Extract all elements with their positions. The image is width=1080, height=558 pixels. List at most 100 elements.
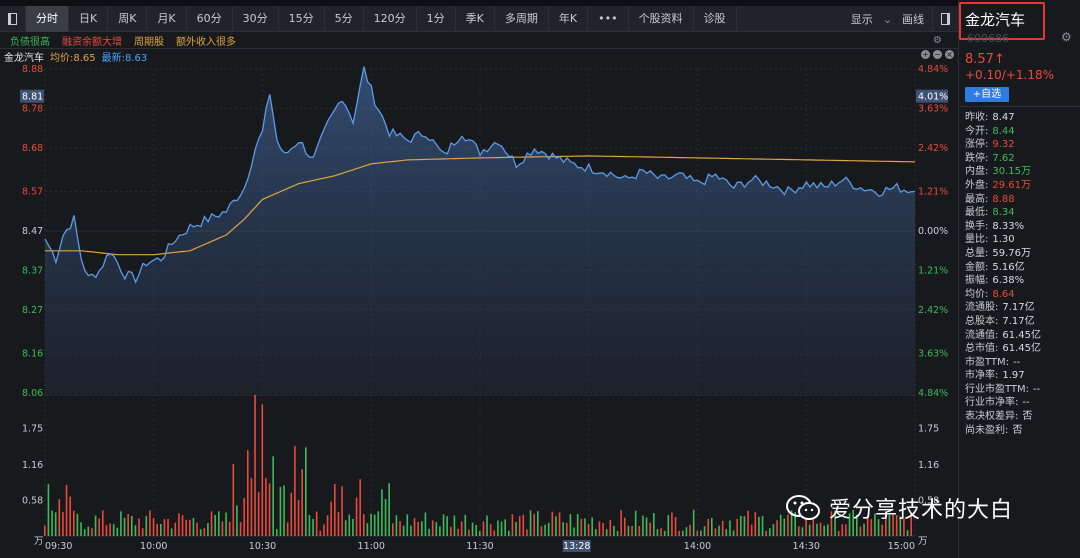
volume-bar: [754, 512, 757, 536]
volume-bar: [301, 469, 303, 536]
stat-label: 最高:: [965, 193, 989, 205]
volume-bar: [736, 518, 738, 536]
volume-bar: [725, 529, 728, 536]
tab-2[interactable]: 周K: [108, 5, 148, 32]
volume-bar: [776, 520, 778, 536]
volume-bar: [685, 527, 688, 536]
volume-bar: [605, 529, 608, 536]
volume-bar: [286, 522, 289, 536]
volume-bar: [841, 524, 844, 536]
volume-bar: [167, 518, 169, 536]
volume-bar: [642, 515, 644, 536]
panel-toggle-icon[interactable]: [932, 6, 958, 32]
volume-bar: [772, 524, 775, 536]
stat-label: 振幅:: [965, 275, 989, 287]
volume-bar: [435, 522, 438, 536]
draw-line-button[interactable]: 画线: [894, 11, 932, 27]
tab-10[interactable]: 季K: [456, 5, 495, 32]
tab-4[interactable]: 60分: [187, 5, 233, 32]
stat-row: 总股本: 7.17亿: [965, 315, 1041, 329]
volume-bar: [707, 518, 709, 536]
stat-row: 均价: 8.64: [965, 288, 1041, 302]
volume-bar: [497, 520, 499, 536]
tab-13[interactable]: •••: [588, 5, 629, 32]
tab-5[interactable]: 30分: [233, 5, 279, 32]
volume-bar: [511, 514, 514, 536]
volume-tick-label: 0.58: [22, 495, 43, 506]
tab-15[interactable]: 诊股: [694, 5, 737, 32]
stat-value: --: [1022, 397, 1030, 409]
stat-row: 表决权差异: 否: [965, 410, 1041, 424]
volume-bar: [732, 530, 735, 536]
stat-value: --: [1033, 383, 1041, 395]
volume-bar: [370, 513, 372, 536]
volume-bar: [555, 516, 557, 536]
volume-bar: [634, 510, 637, 536]
tab-3[interactable]: 月K: [147, 5, 187, 32]
stat-label: 内盘:: [965, 166, 989, 178]
volume-bar: [47, 484, 50, 536]
volume-bar: [141, 528, 144, 536]
volume-bar: [798, 526, 800, 536]
volume-bar: [279, 486, 282, 536]
stat-row: 换手: 8.33%: [965, 220, 1041, 234]
tab-0[interactable]: 分时: [26, 5, 69, 32]
tag-cyclical[interactable]: 周期股: [134, 33, 164, 48]
stat-label: 量比:: [965, 234, 989, 246]
volume-bar: [845, 524, 847, 536]
pct-tick-label: 3.63%: [918, 348, 948, 359]
volume-bar: [348, 514, 351, 536]
volume-bar: [515, 521, 517, 536]
volume-bar: [305, 447, 307, 536]
wechat-logo-icon: [786, 495, 820, 520]
tab-14[interactable]: 个股资料: [629, 5, 694, 32]
close-icon[interactable]: ×: [945, 50, 954, 59]
gear-icon[interactable]: ⚙: [933, 35, 942, 46]
tab-8[interactable]: 120分: [364, 5, 417, 32]
volume-bar: [214, 514, 216, 536]
settings-gear-icon[interactable]: ⚙: [1061, 30, 1072, 44]
volume-bar: [250, 478, 253, 536]
tab-12[interactable]: 年K: [549, 5, 589, 32]
volume-bar: [359, 479, 361, 536]
volume-bar: [544, 524, 546, 536]
display-menu-button[interactable]: 显示: [843, 11, 881, 27]
stat-row: 外盘: 29.61万: [965, 179, 1041, 193]
pct-tick-label: 3.63%: [918, 104, 948, 115]
tag-high-debt[interactable]: 负债很高: [10, 33, 50, 48]
volume-bar: [598, 521, 601, 536]
legend-stock-name: 金龙汽车: [4, 52, 44, 64]
volume-bar: [373, 514, 376, 536]
tab-7[interactable]: 5分: [325, 5, 364, 32]
pct-tick-label: 0.00%: [918, 226, 948, 237]
stat-label: 涨停:: [965, 139, 989, 151]
volume-bar: [721, 520, 724, 536]
tag-extra-income[interactable]: 额外收入很多: [176, 33, 236, 48]
volume-tick-label-right: 1.16: [918, 460, 939, 471]
volume-bar: [109, 523, 111, 536]
pct-tick-label: 4.84%: [918, 388, 948, 399]
intraday-chart[interactable]: 8.88 4.84% 8.78 3.63% 8.68 2.42% 8.57 1.21% 8.47…: [0, 63, 958, 558]
stat-row: 最低: 8.34: [965, 206, 1041, 220]
stat-row: 跌停: 7.62: [965, 152, 1041, 166]
volume-bar: [120, 511, 122, 536]
stat-value: 7.17亿: [1002, 315, 1035, 327]
volume-bar: [827, 524, 829, 536]
sidebar-toggle-icon[interactable]: [0, 5, 26, 32]
period-tabs: 分时 日K 周K 月K 60分 30分 15分 5分 120分 1分 季K 多周期 年K ••• 个股资料诊…: [26, 5, 737, 32]
volume-bar: [174, 522, 177, 536]
tag-margin-increase[interactable]: 融资余额大增: [62, 33, 122, 48]
divider: [959, 106, 1080, 107]
volume-bar: [761, 515, 764, 536]
stat-value: 30.15万: [992, 166, 1032, 178]
add-watchlist-button[interactable]: +自选: [965, 87, 1009, 102]
stat-row: 行业市净率: --: [965, 396, 1041, 410]
zoom-out-icon[interactable]: −: [933, 50, 942, 59]
zoom-in-icon[interactable]: +: [921, 50, 930, 59]
tab-9[interactable]: 1分: [417, 5, 456, 32]
volume-bar: [671, 512, 673, 536]
tab-11[interactable]: 多周期: [495, 5, 549, 32]
tab-1[interactable]: 日K: [69, 5, 109, 32]
tab-6[interactable]: 15分: [279, 5, 325, 32]
volume-bar: [584, 518, 586, 536]
